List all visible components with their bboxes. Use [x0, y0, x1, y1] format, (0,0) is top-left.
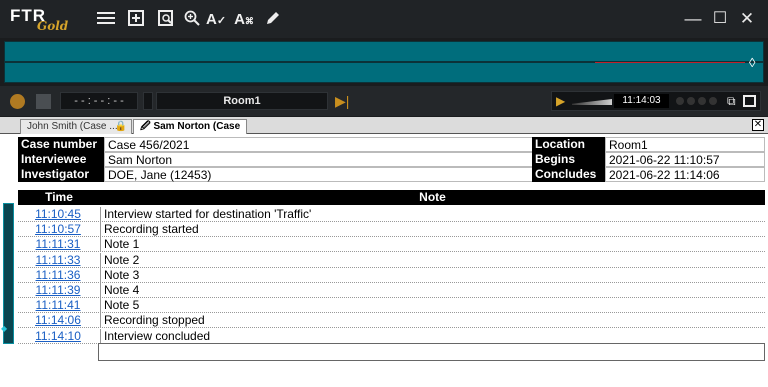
note-text[interactable]: Note 2: [100, 252, 760, 267]
tab-john-smith[interactable]: John Smith (Case ... 🔒: [20, 119, 132, 134]
note-column-header[interactable]: Note: [100, 190, 765, 205]
playhead-line: [595, 62, 745, 63]
note-time-link[interactable]: 11:11:31: [18, 237, 98, 251]
zoom-icon[interactable]: [182, 10, 202, 30]
note-text[interactable]: Recording started: [100, 222, 760, 237]
volume-slider[interactable]: [572, 99, 612, 105]
investigator-select[interactable]: DOE, Jane (12453) ▼: [104, 167, 547, 182]
add-note-icon[interactable]: [126, 10, 146, 30]
case-number-label: Case number: [18, 137, 104, 152]
table-row[interactable]: 11:11:31 Note 1: [18, 237, 765, 253]
popout-icon[interactable]: ⧉: [727, 94, 736, 109]
note-time-link[interactable]: 11:14:06: [18, 313, 98, 327]
text-replace-icon[interactable]: A⌘: [232, 10, 256, 30]
note-text[interactable]: Note 5: [100, 298, 760, 313]
document-tabs: John Smith (Case ... 🔒 🖉 Sam Norton (Cas…: [0, 117, 768, 146]
note-text[interactable]: Interview started for destination 'Traff…: [100, 207, 760, 221]
waveform-track-2[interactable]: ◊: [4, 55, 764, 83]
concludes-label: Concludes: [532, 167, 605, 182]
close-button[interactable]: ✕: [738, 10, 756, 28]
note-text[interactable]: Recording stopped: [100, 313, 760, 328]
location-label: Location: [532, 137, 605, 152]
begins-value[interactable]: 2021-06-22 11:10:57: [605, 152, 765, 167]
table-row[interactable]: 11:10:57 Recording started: [18, 222, 765, 238]
spellcheck-icon[interactable]: A✓: [206, 10, 226, 30]
stop-button[interactable]: [36, 94, 51, 109]
clock-display: 11:14:03: [614, 94, 669, 108]
menu-icon[interactable]: [96, 10, 116, 30]
time-separator: [143, 92, 153, 110]
table-row[interactable]: 11:11:33 Note 2: [18, 252, 765, 268]
note-text[interactable]: Note 3: [100, 267, 760, 282]
search-doc-icon[interactable]: [156, 10, 176, 30]
waveform-track-1[interactable]: [4, 41, 764, 62]
lock-icon: 🔒: [114, 121, 127, 132]
location-value[interactable]: Room1: [605, 137, 765, 152]
play-icon[interactable]: ▶: [556, 94, 565, 108]
time-display: - - : - - : - -: [60, 92, 138, 110]
time-column-header[interactable]: Time: [18, 190, 100, 205]
timeline-scroll[interactable]: ◆: [1, 203, 14, 344]
record-button[interactable]: [10, 94, 25, 109]
concludes-value[interactable]: 2021-06-22 11:14:06: [605, 167, 765, 182]
begins-label: Begins: [532, 152, 605, 167]
timeline-marker-icon[interactable]: ◆: [1, 324, 7, 333]
note-text[interactable]: Note 4: [100, 283, 760, 297]
investigator-value: DOE, Jane (12453): [108, 168, 212, 182]
pen-icon[interactable]: [263, 10, 283, 30]
note-text[interactable]: Note 1: [100, 237, 760, 252]
note-time-link[interactable]: 11:14:10: [18, 329, 98, 343]
note-time-link[interactable]: 11:11:39: [18, 283, 98, 297]
filmstrip-icon[interactable]: [743, 95, 756, 107]
channel-indicator: [676, 97, 684, 105]
maximize-button[interactable]: ☐: [711, 10, 729, 28]
minimize-button[interactable]: —: [684, 10, 702, 28]
app-logo-sub: Gold: [37, 19, 69, 33]
new-note-input[interactable]: [98, 343, 765, 361]
close-tab-button[interactable]: ✕: [752, 119, 764, 131]
investigator-label: Investigator: [18, 167, 104, 182]
table-row[interactable]: 11:14:06 Recording stopped: [18, 313, 765, 329]
control-bar: - - : - - : - - Room1 ▶| ▶ 11:14:03 ⧉: [0, 86, 768, 116]
case-number-value[interactable]: Case 456/2021: [104, 137, 547, 152]
skip-forward-icon[interactable]: ▶|: [335, 94, 349, 108]
note-time-link[interactable]: 11:11:33: [18, 253, 98, 267]
tab-label: John Smith (Case ...: [27, 121, 118, 132]
channel-indicator: [698, 97, 706, 105]
note-time-link[interactable]: 11:11:41: [18, 298, 98, 312]
title-bar: FTR Gold A✓ A⌘ — ☐ ✕: [0, 0, 768, 38]
table-row[interactable]: 11:11:39 Note 4: [18, 283, 765, 298]
note-text[interactable]: Interview concluded: [100, 328, 760, 343]
tab-sam-norton[interactable]: 🖉 Sam Norton (Case ...: [133, 119, 247, 146]
note-time-link[interactable]: 11:10:45: [18, 207, 98, 221]
channel-indicator: [687, 97, 695, 105]
note-time-link[interactable]: 11:10:57: [18, 222, 98, 236]
table-row[interactable]: 11:11:41 Note 5: [18, 298, 765, 314]
table-row[interactable]: 11:10:45 Interview started for destinatio…: [18, 207, 765, 222]
note-time-link[interactable]: 11:11:36: [18, 268, 98, 282]
attachment-icon: 🖉: [140, 121, 151, 132]
room-display: Room1: [156, 92, 328, 110]
case-panel: ◆ Case number Case 456/2021 Interviewee …: [0, 134, 768, 387]
table-row[interactable]: 11:14:10 Interview concluded: [18, 328, 765, 344]
position-marker-icon[interactable]: ◊: [749, 55, 755, 70]
table-row[interactable]: 11:11:36 Note 3: [18, 267, 765, 283]
interviewee-label: Interviewee: [18, 152, 104, 167]
interviewee-value[interactable]: Sam Norton: [104, 152, 547, 167]
playback-panel: ▶ 11:14:03 ⧉: [551, 91, 761, 111]
channel-indicator: [709, 97, 717, 105]
